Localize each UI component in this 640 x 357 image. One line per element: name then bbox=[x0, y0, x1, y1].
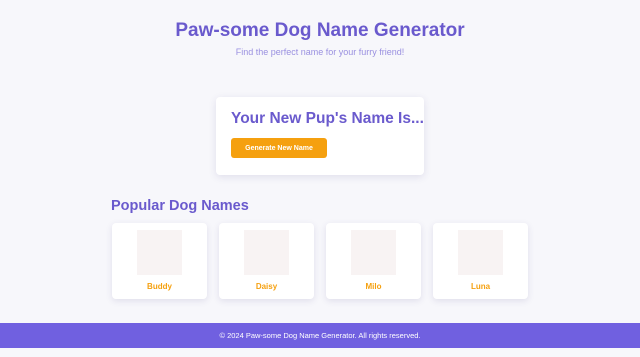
generator-heading: Your New Pup's Name Is... bbox=[231, 110, 424, 127]
name-generator-card: Your New Pup's Name Is... Generate New N… bbox=[216, 97, 424, 175]
popular-names-title: Popular Dog Names bbox=[111, 198, 249, 214]
dog-name-card[interactable]: Luna bbox=[433, 223, 528, 299]
generate-name-button[interactable]: Generate New Name bbox=[231, 138, 327, 158]
dog-name-label: Buddy bbox=[147, 282, 172, 291]
dog-name-label: Luna bbox=[470, 282, 491, 291]
page-footer: © 2024 Paw-some Dog Name Generator. All … bbox=[0, 323, 640, 348]
dog-image-placeholder bbox=[244, 230, 289, 275]
dog-name-label: Daisy bbox=[255, 282, 278, 291]
dog-name-card[interactable]: Buddy bbox=[112, 223, 207, 299]
dog-image-placeholder bbox=[137, 230, 182, 275]
page-subtitle: Find the perfect name for your furry fri… bbox=[235, 47, 405, 57]
dog-name-card[interactable]: Daisy bbox=[219, 223, 314, 299]
page-title: Paw-some Dog Name Generator bbox=[175, 20, 465, 41]
page-header: Paw-some Dog Name Generator Find the per… bbox=[0, 20, 640, 57]
footer-copyright: © 2024 Paw-some Dog Name Generator. All … bbox=[219, 331, 421, 340]
dog-image-placeholder bbox=[458, 230, 503, 275]
dog-name-card[interactable]: Milo bbox=[326, 223, 421, 299]
dog-image-placeholder bbox=[351, 230, 396, 275]
dog-name-label: Milo bbox=[365, 282, 382, 291]
